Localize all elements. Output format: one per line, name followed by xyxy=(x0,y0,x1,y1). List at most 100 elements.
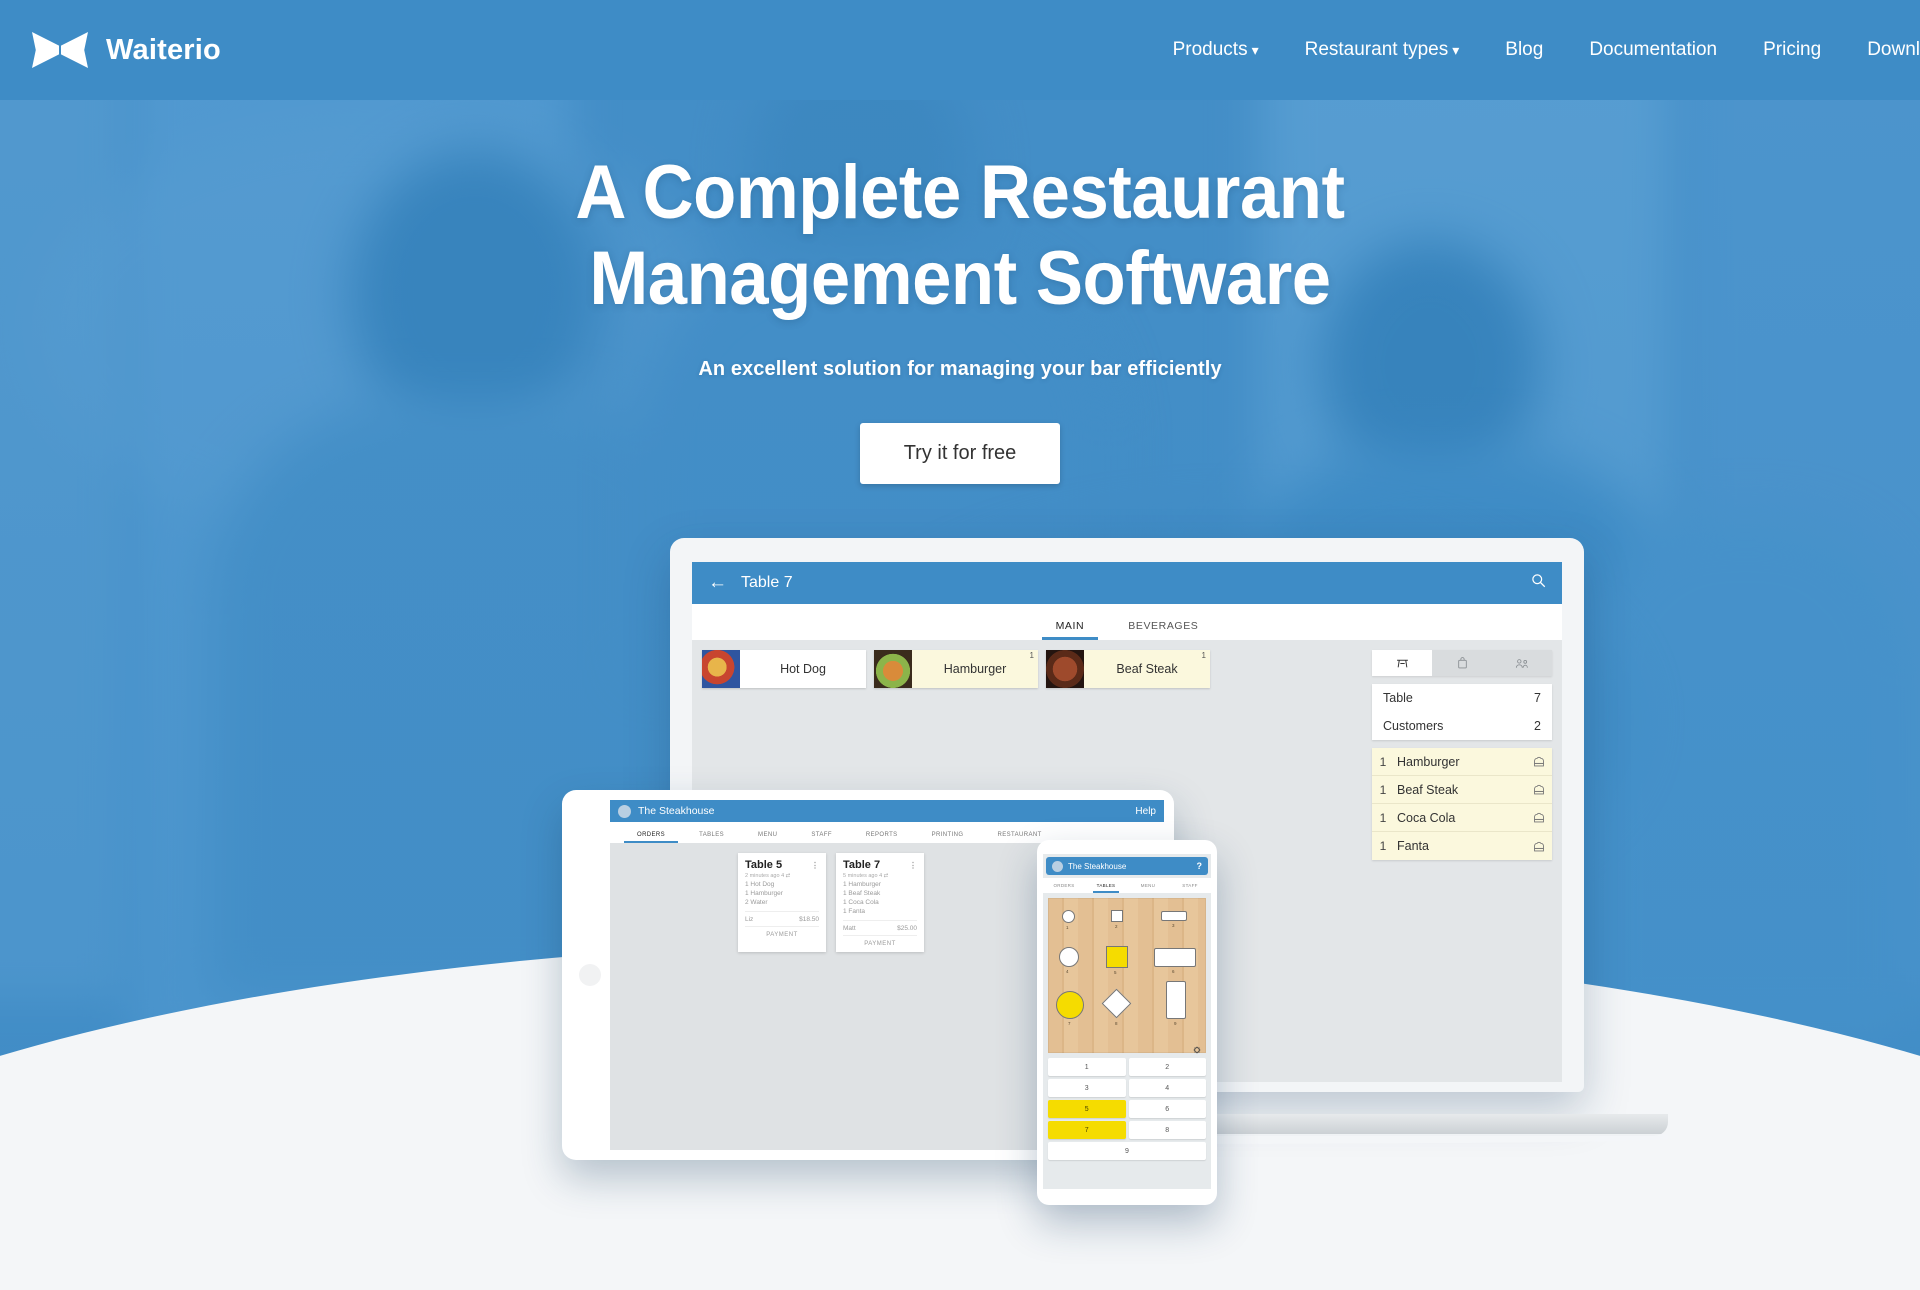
tab-tables[interactable]: TABLES xyxy=(1085,878,1127,893)
tab-main[interactable]: MAIN xyxy=(1034,620,1107,640)
chef-hat-icon[interactable] xyxy=(1532,840,1546,853)
order-card[interactable]: Table 7 ⋮ 5 minutes ago 4 ⇄ 1 Hamburger … xyxy=(836,853,924,952)
payment-button[interactable]: PAYMENT xyxy=(843,935,917,952)
nav-item-documentation[interactable]: Documentation xyxy=(1589,39,1717,61)
pos-topbar: ← Table 7 xyxy=(692,562,1562,604)
order-item-name: Beaf Steak xyxy=(1397,782,1459,797)
table-list-item[interactable]: 5 xyxy=(1048,1100,1126,1118)
table-list-item[interactable]: 6 xyxy=(1128,1100,1206,1118)
floor-table-1[interactable] xyxy=(1062,910,1075,923)
nav-item-restaurant-types[interactable]: Restaurant types ▾ xyxy=(1305,39,1460,61)
floor-table-number: 4 xyxy=(1066,969,1069,974)
order-item-row[interactable]: 1 Hamburger xyxy=(1372,748,1552,776)
help-link[interactable]: Help xyxy=(1135,806,1156,817)
table-icon[interactable] xyxy=(1372,650,1432,676)
order-item-row[interactable]: 1 Fanta xyxy=(1372,832,1552,860)
floor-table-5[interactable] xyxy=(1106,946,1128,968)
order-item-qty: 1 xyxy=(1379,810,1387,825)
menu-item-card[interactable]: Hot Dog xyxy=(702,650,866,688)
tab-tables[interactable]: TABLES xyxy=(682,832,741,843)
more-options-icon[interactable]: ⋮ xyxy=(909,861,917,870)
back-arrow-icon[interactable]: ← xyxy=(708,572,727,594)
tab-orders[interactable]: ORDERS xyxy=(620,832,682,843)
nav-item-pricing[interactable]: Pricing xyxy=(1763,39,1821,61)
nav-item-blog[interactable]: Blog xyxy=(1505,39,1543,61)
question-mark-icon[interactable]: ? xyxy=(1197,861,1203,871)
menu-item-label: Hot Dog xyxy=(780,662,826,676)
nav-item-restaurant-types-label: Restaurant types xyxy=(1304,39,1449,60)
order-panel-tabs xyxy=(1372,650,1552,676)
order-card-guests: 4 ⇄ xyxy=(879,873,889,879)
order-card-total: $25.00 xyxy=(897,925,917,932)
burger-thumb-icon xyxy=(874,650,912,688)
order-card-waiter: Matt xyxy=(843,925,856,932)
info-value: 2 xyxy=(1534,719,1541,733)
chef-hat-icon[interactable] xyxy=(1532,783,1546,796)
people-icon[interactable] xyxy=(1492,650,1552,676)
info-label: Table xyxy=(1383,691,1413,705)
floor-table-4[interactable] xyxy=(1059,947,1079,967)
more-options-icon[interactable]: ⋮ xyxy=(811,861,819,870)
brand-name: Waiterio xyxy=(106,33,221,66)
tab-beverages[interactable]: BEVERAGES xyxy=(1106,620,1220,640)
restaurant-name: The Steakhouse xyxy=(638,805,715,817)
brand-logo[interactable]: Waiterio xyxy=(32,30,221,70)
tab-printing[interactable]: PRINTING xyxy=(915,832,981,843)
bag-icon[interactable] xyxy=(1432,650,1492,676)
menu-item-card[interactable]: Beaf Steak 1 xyxy=(1046,650,1210,688)
search-icon[interactable] xyxy=(1531,573,1546,593)
floor-plan[interactable]: 1 2 3 4 5 6 7 8 9 xyxy=(1048,898,1206,1054)
order-item-qty: 1 xyxy=(1379,782,1387,797)
menu-item-label: Hamburger xyxy=(943,662,1007,676)
payment-button[interactable]: PAYMENT xyxy=(745,926,819,943)
chef-hat-icon[interactable] xyxy=(1532,811,1546,824)
floor-table-2[interactable] xyxy=(1111,910,1123,922)
nav-item-products-label: Products xyxy=(1172,39,1248,60)
info-row-customers: Customers 2 xyxy=(1372,712,1552,740)
tab-reports[interactable]: REPORTS xyxy=(849,832,915,843)
floor-table-8[interactable] xyxy=(1101,988,1132,1019)
order-item-row[interactable]: 1 Coca Cola xyxy=(1372,804,1552,832)
table-list-item[interactable]: 1 xyxy=(1048,1058,1126,1076)
pos-title: Table 7 xyxy=(741,574,793,591)
order-card-time: 2 minutes ago xyxy=(745,873,780,879)
order-card-line: 1 Coca Cola xyxy=(843,899,879,906)
order-card[interactable]: Table 5 ⋮ 2 minutes ago 4 ⇄ 1 Hot Dog 1 … xyxy=(738,853,826,952)
order-item-qty: 1 xyxy=(1379,754,1387,769)
table-list-item[interactable]: 4 xyxy=(1128,1079,1206,1097)
pos-category-tabs: MAIN BEVERAGES xyxy=(692,604,1562,640)
phone-screen: The Steakhouse ? ORDERS TABLES MENU STAF… xyxy=(1043,854,1211,1189)
table-list-item[interactable]: 9 xyxy=(1048,1142,1206,1160)
phone-topbar: The Steakhouse ? xyxy=(1046,857,1208,875)
phone-mockup: The Steakhouse ? ORDERS TABLES MENU STAF… xyxy=(1037,840,1217,1205)
table-list-item[interactable]: 3 xyxy=(1048,1079,1126,1097)
tab-menu[interactable]: MENU xyxy=(1127,878,1169,893)
gear-icon[interactable] xyxy=(1193,1041,1201,1054)
floor-table-9[interactable] xyxy=(1166,981,1186,1019)
table-list-item[interactable]: 7 xyxy=(1048,1121,1126,1139)
avatar xyxy=(1052,860,1063,872)
order-item-name: Fanta xyxy=(1397,839,1429,853)
tablet-home-button[interactable] xyxy=(579,964,601,986)
tab-staff[interactable]: STAFF xyxy=(1169,878,1211,893)
order-card-title: Table 5 xyxy=(745,859,783,871)
floor-table-6[interactable] xyxy=(1154,948,1196,967)
steak-thumb-icon xyxy=(1046,650,1084,688)
order-card-total: $18.50 xyxy=(799,916,819,923)
chef-hat-icon[interactable] xyxy=(1532,755,1546,768)
nav-item-download[interactable]: Downl xyxy=(1867,39,1920,61)
menu-item-card[interactable]: Hamburger 1 xyxy=(874,650,1038,688)
floor-table-number: 2 xyxy=(1115,924,1118,929)
nav-item-products[interactable]: Products ▾ xyxy=(1173,39,1259,61)
floor-table-7[interactable] xyxy=(1056,991,1084,1019)
table-list-item[interactable]: 8 xyxy=(1128,1121,1206,1139)
floor-table-3[interactable] xyxy=(1161,911,1187,921)
menu-item-label: Beaf Steak xyxy=(1116,662,1178,676)
tab-menu[interactable]: MENU xyxy=(741,832,794,843)
pos-order-panel: Table 7 Customers 2 1 Hamburger 1 Beaf S… xyxy=(1372,650,1552,1072)
tab-orders[interactable]: ORDERS xyxy=(1043,878,1085,893)
table-list-item[interactable]: 2 xyxy=(1128,1058,1206,1076)
order-item-qty: 1 xyxy=(1379,839,1387,853)
tab-staff[interactable]: STAFF xyxy=(794,832,849,843)
order-item-row[interactable]: 1 Beaf Steak xyxy=(1372,776,1552,804)
